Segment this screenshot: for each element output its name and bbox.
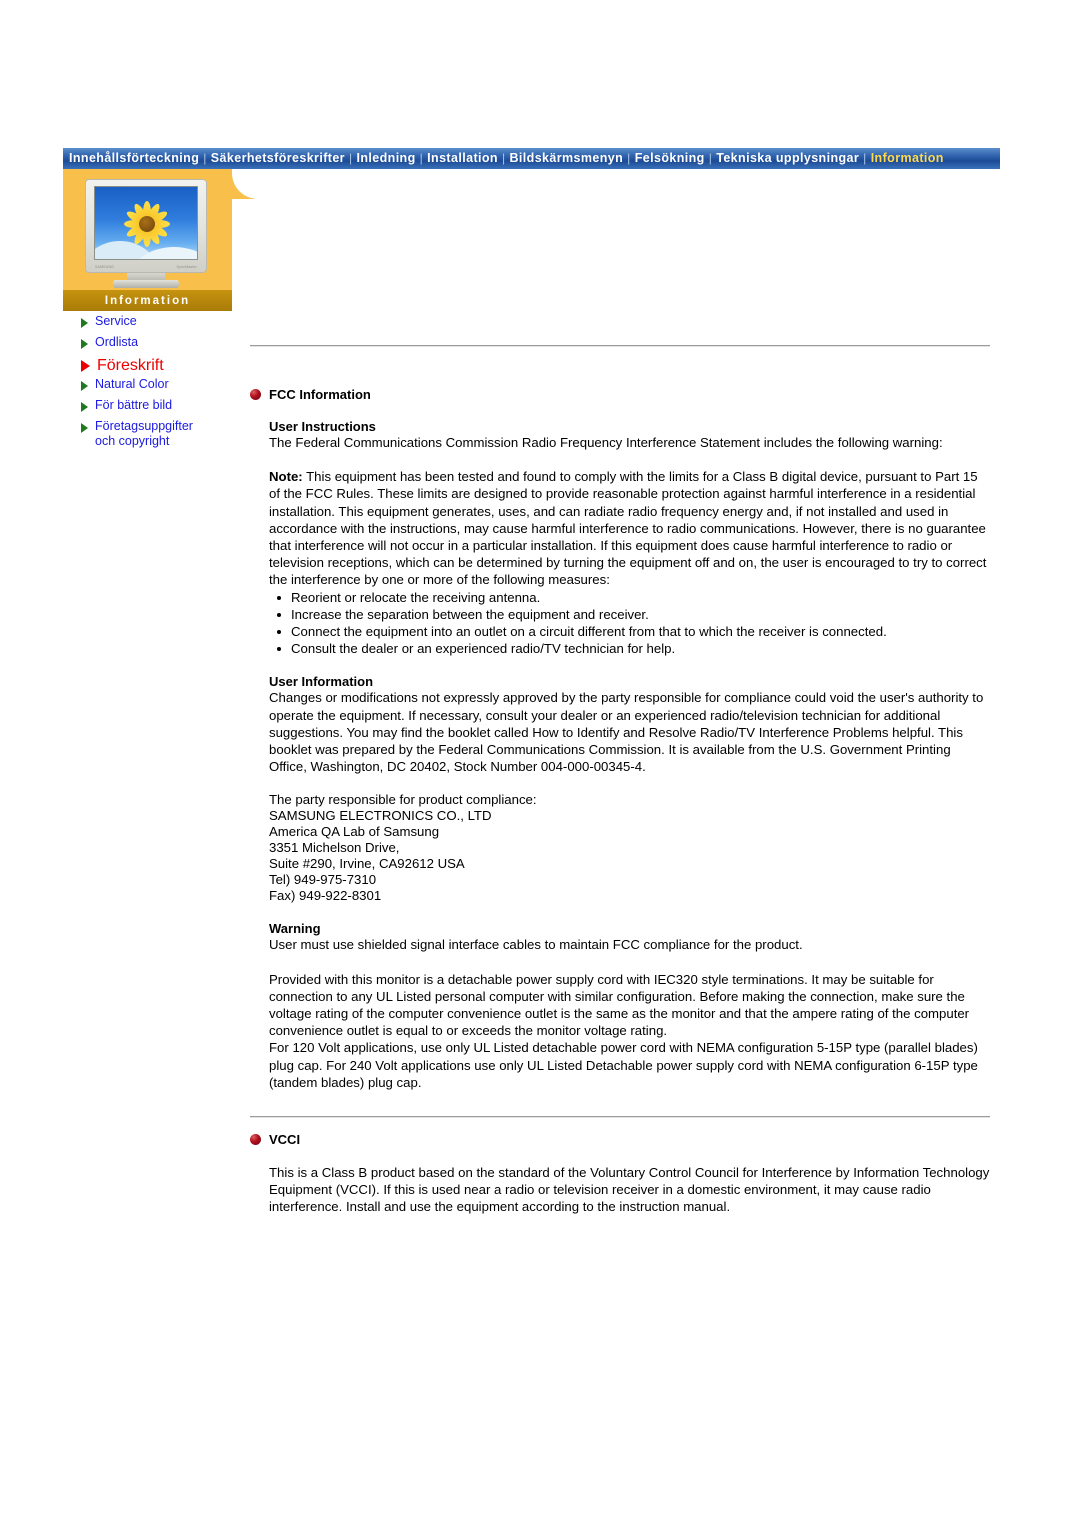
- sidebar-hero-panel: SAMSUNG SyncMaster Information: [63, 169, 258, 311]
- monitor-stand-base: [113, 280, 179, 288]
- vcci-title: VCCI: [269, 1132, 301, 1148]
- sidebar-menu: Service Ordlista Föreskrift Natural Colo…: [63, 313, 248, 450]
- sidebar-item-natural-color[interactable]: Natural Color: [63, 376, 248, 397]
- sidebar-item-label: Service: [95, 314, 137, 328]
- red-bullet-icon: [250, 389, 261, 400]
- red-bullet-icon: [250, 1134, 261, 1146]
- arrow-right-icon: [81, 402, 88, 412]
- nav-item-innehallsforteckning[interactable]: Innehållsförteckning: [66, 148, 202, 169]
- vcci-paragraph: This is a Class B product based on the s…: [269, 1165, 990, 1215]
- list-item: Increase the separation between the equi…: [269, 606, 990, 623]
- power-cord-paragraph: Provided with this monitor is a detachab…: [269, 971, 970, 1039]
- address-line: America QA Lab of Samsung: [269, 824, 440, 840]
- nav-item-inledning[interactable]: Inledning: [353, 148, 418, 169]
- user-instructions-heading: User Instructions: [269, 419, 376, 434]
- sidebar-item-label: Företagsuppgifter och copyright: [95, 419, 193, 449]
- list-item: Consult the dealer or an experienced rad…: [269, 640, 990, 657]
- user-information-heading: User Information: [269, 674, 374, 690]
- fcc-note-paragraph: Note: This equipment has been tested and…: [269, 468, 990, 588]
- nav-item-information[interactable]: Information: [868, 148, 947, 169]
- responsible-party-block: The party responsible for product compli…: [269, 792, 990, 904]
- responsible-party-label: The party responsible for product compli…: [269, 792, 537, 808]
- user-information-paragraph: Changes or modifications not expressly a…: [269, 690, 984, 775]
- sidebar-item-label: Natural Color: [95, 377, 169, 391]
- note-label: Note:: [269, 469, 303, 485]
- sidebar: SAMSUNG SyncMaster Information: [63, 169, 258, 311]
- note-body: This equipment has been tested and found…: [269, 469, 987, 588]
- sidebar-item-label-line2: och copyright: [95, 434, 170, 448]
- fcc-section-heading: FCC Information: [250, 387, 990, 402]
- monitor-bezel: SAMSUNG SyncMaster: [85, 179, 207, 273]
- sidebar-item-foreskrift[interactable]: Föreskrift: [63, 355, 248, 376]
- fcc-intro-paragraph: The Federal Communications Commission Ra…: [269, 435, 943, 450]
- sidebar-item-label: Ordlista: [95, 335, 139, 349]
- monitor-brand-label: SAMSUNG: [95, 265, 115, 269]
- monitor-model-label: SyncMaster: [176, 265, 197, 269]
- sidebar-item-label: Föreskrift: [97, 357, 164, 374]
- list-item: Connect the equipment into an outlet on …: [269, 623, 990, 640]
- sidebar-item-for-battre-bild[interactable]: För bättre bild: [63, 397, 248, 418]
- sunflower-icon: [122, 199, 172, 249]
- warning-heading: Warning: [269, 921, 321, 937]
- nav-item-sakerhetsforeskrifter[interactable]: Säkerhetsföreskrifter: [208, 148, 348, 169]
- warning-paragraph: User must use shielded signal interface …: [269, 937, 803, 953]
- fcc-measures-list: Reorient or relocate the receiving anten…: [269, 589, 990, 658]
- sunflower-center: [139, 216, 155, 232]
- monitor-screen: [94, 186, 198, 260]
- sidebar-item-service[interactable]: Service: [63, 313, 248, 334]
- address-line: 3351 Michelson Drive,: [269, 840, 400, 856]
- monitor-illustration: SAMSUNG SyncMaster: [85, 179, 207, 288]
- nav-item-felsokning[interactable]: Felsökning: [632, 148, 708, 169]
- sidebar-item-label: För bättre bild: [95, 398, 173, 412]
- sidebar-corner-notch: [232, 169, 258, 199]
- nav-item-tekniska-upplysningar[interactable]: Tekniska upplysningar: [713, 148, 862, 169]
- arrow-right-icon: [81, 360, 90, 372]
- arrow-right-icon: [81, 381, 88, 391]
- top-navigation-bar: Innehållsförteckning | Säkerhetsföreskri…: [63, 148, 1000, 169]
- vcci-body: This is a Class B product based on the s…: [250, 1147, 990, 1216]
- sidebar-item-ordlista[interactable]: Ordlista: [63, 334, 248, 355]
- main-content: FCC Information User Instructions The Fe…: [250, 345, 990, 1216]
- sidebar-section-banner: Information: [63, 290, 232, 311]
- fcc-body: User Instructions The Federal Communicat…: [250, 402, 990, 1091]
- nav-item-bildskarmsmenyn[interactable]: Bildskärmsmenyn: [506, 148, 626, 169]
- list-item: Reorient or relocate the receiving anten…: [269, 589, 990, 606]
- address-line: SAMSUNG ELECTRONICS CO., LTD: [269, 808, 492, 824]
- fcc-title: FCC Information: [269, 387, 371, 402]
- nav-item-installation[interactable]: Installation: [424, 148, 501, 169]
- vcci-section-heading: VCCI: [250, 1132, 990, 1147]
- arrow-right-icon: [81, 423, 88, 433]
- address-line: Suite #290, Irvine, CA92612 USA: [269, 856, 465, 872]
- arrow-right-icon: [81, 318, 88, 328]
- fax-line: Fax) 949-922-8301: [269, 888, 382, 904]
- telephone-line: Tel) 949-975-7310: [269, 872, 377, 888]
- arrow-right-icon: [81, 339, 88, 349]
- sidebar-item-label-line1: Företagsuppgifter: [95, 419, 193, 433]
- nema-paragraph: For 120 Volt applications, use only UL L…: [269, 1040, 978, 1090]
- sidebar-item-foretagsuppgifter[interactable]: Företagsuppgifter och copyright: [63, 418, 248, 450]
